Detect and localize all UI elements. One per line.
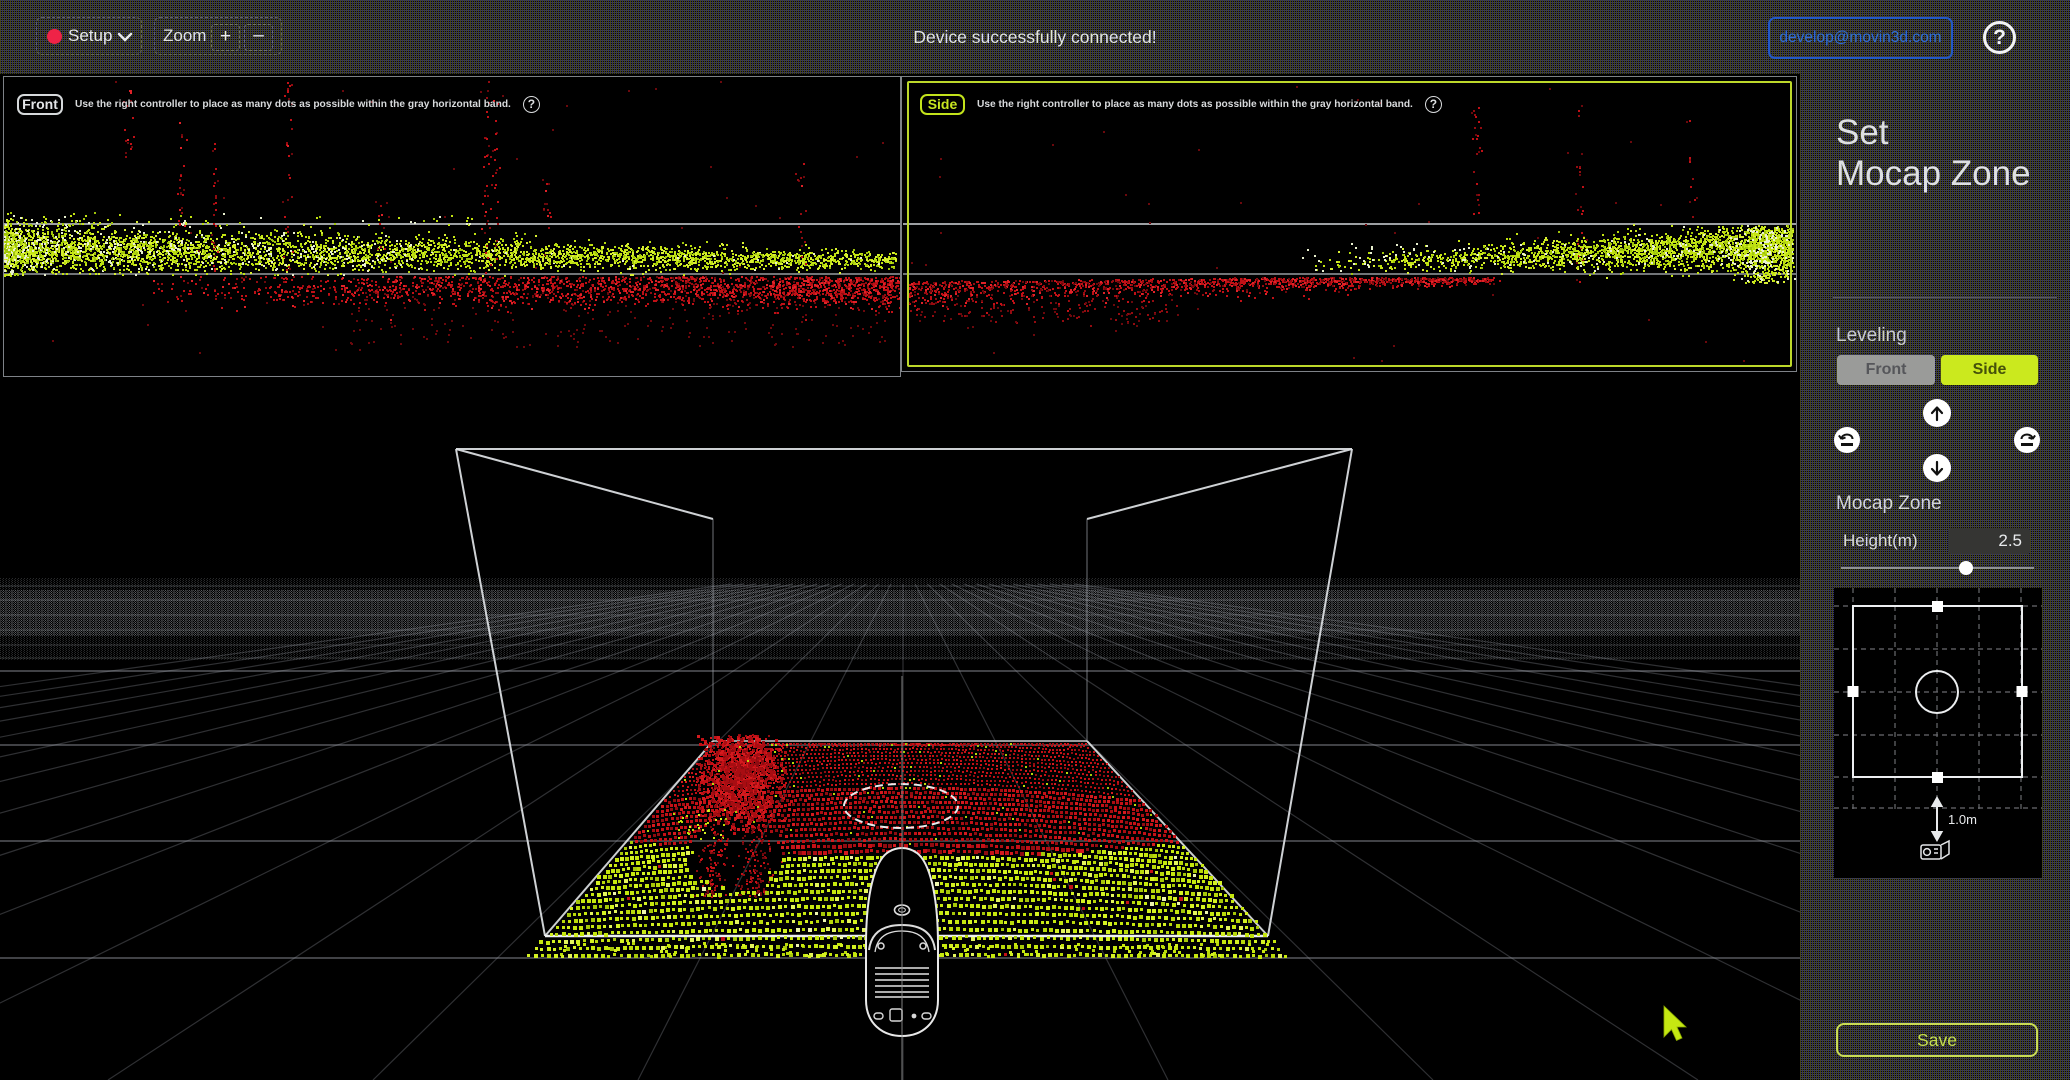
svg-text:1.0m: 1.0m bbox=[1948, 812, 1977, 827]
